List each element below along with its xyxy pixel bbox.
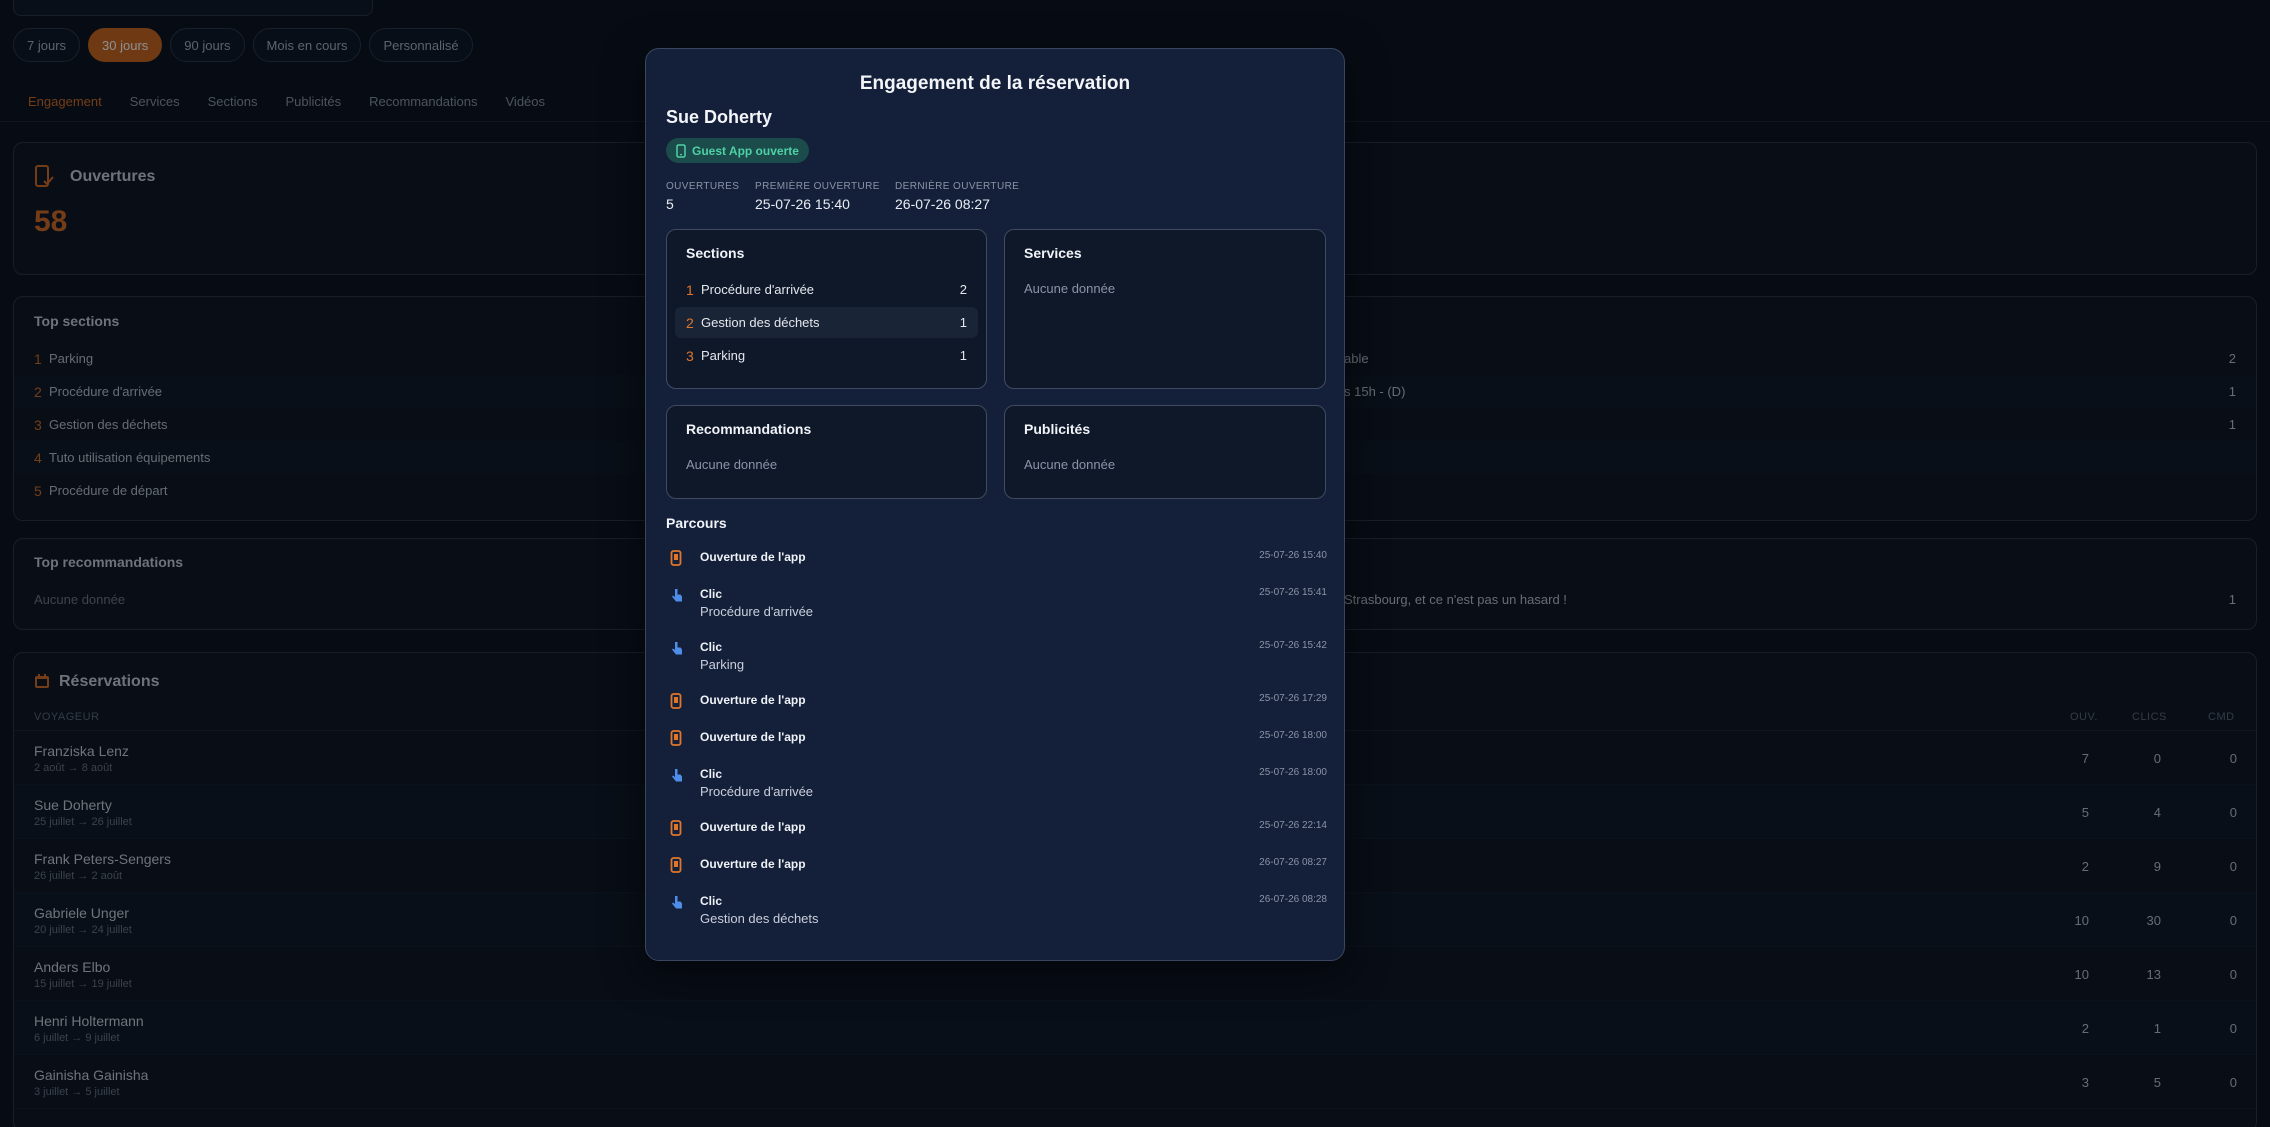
list-item[interactable]: 2 Gestion des déchets 1 [675, 307, 978, 338]
event-time: 26-07-26 08:28 [1259, 894, 1327, 905]
event-title: Ouverture de l'app [700, 693, 806, 707]
recommandations-box: Recommandations Aucune donnée [666, 405, 987, 499]
parcours-title: Parcours [666, 515, 727, 531]
event-title: Ouverture de l'app [700, 730, 806, 744]
sections-box: Sections 1 Procédure d'arrivée 2 2 Gesti… [666, 229, 987, 389]
stat-value: 5 [666, 196, 674, 212]
section-count: 1 [959, 315, 967, 330]
section-label: Parking [701, 348, 746, 363]
reservation-engagement-modal: Engagement de la réservation Sue Doherty… [645, 48, 1345, 961]
badge-label: Guest App ouverte [692, 143, 799, 158]
rank: 1 [686, 281, 694, 298]
phone-icon [676, 143, 686, 158]
phone-icon [670, 730, 684, 748]
sections-title: Sections [686, 245, 745, 261]
section-count: 1 [959, 348, 967, 363]
event-title: Clic [700, 640, 723, 654]
event-title: Ouverture de l'app [700, 550, 806, 564]
stat-label: OUVERTURES [666, 181, 740, 192]
event-target: Procédure d'arrivée [700, 604, 814, 619]
section-label: Procédure d'arrivée [701, 282, 815, 297]
event-time: 26-07-26 08:27 [1259, 857, 1327, 868]
event-time: 25-07-26 15:42 [1259, 640, 1327, 651]
rank: 3 [686, 347, 694, 364]
section-count: 2 [959, 282, 967, 297]
guest-name: Sue Doherty [666, 107, 773, 127]
list-item[interactable]: 3 Parking 1 [675, 340, 978, 371]
phone-icon [670, 820, 684, 838]
publicites-box: Publicités Aucune donnée [1004, 405, 1326, 499]
event-title: Clic [700, 767, 723, 781]
empty-state: Aucune donnée [686, 457, 778, 472]
list-item[interactable]: 1 Procédure d'arrivée 2 [675, 274, 978, 305]
event-time: 25-07-26 22:14 [1259, 820, 1327, 831]
services-title: Services [1024, 245, 1082, 261]
empty-state: Aucune donnée [1024, 281, 1116, 296]
event-title: Clic [700, 894, 723, 908]
phone-icon [670, 693, 684, 711]
pointer-click-icon [670, 894, 684, 912]
event-target: Parking [700, 657, 745, 672]
event-time: 25-07-26 15:40 [1259, 550, 1327, 561]
pointer-click-icon [670, 640, 684, 658]
event-title: Ouverture de l'app [700, 857, 806, 871]
event-target: Gestion des déchets [700, 911, 819, 926]
stat-value: 26-07-26 08:27 [895, 196, 990, 212]
event-time: 25-07-26 18:00 [1259, 767, 1327, 778]
stat-value: 25-07-26 15:40 [755, 196, 850, 212]
event-title: Ouverture de l'app [700, 820, 806, 834]
event-target: Procédure d'arrivée [700, 784, 814, 799]
modal-title: Engagement de la réservation [859, 73, 1131, 94]
stat-first-open: PREMIÈRE OUVERTURE 25-07-26 15:40 [755, 181, 880, 212]
recommandations-title: Recommandations [686, 421, 812, 437]
services-box: Services Aucune donnée [1004, 229, 1326, 389]
event-title: Clic [700, 587, 723, 601]
rank: 2 [686, 314, 694, 331]
pointer-click-icon [670, 767, 684, 785]
empty-state: Aucune donnée [1024, 457, 1116, 472]
stat-ouvertures: OUVERTURES 5 [666, 181, 739, 212]
phone-icon [670, 550, 684, 568]
event-time: 25-07-26 15:41 [1259, 587, 1327, 598]
phone-icon [670, 857, 684, 875]
event-time: 25-07-26 17:29 [1259, 693, 1327, 704]
publicites-title: Publicités [1024, 421, 1091, 437]
section-label: Gestion des déchets [701, 315, 820, 330]
status-badge: Guest App ouverte [666, 138, 809, 163]
stat-label: PREMIÈRE OUVERTURE [755, 181, 880, 192]
event-time: 25-07-26 18:00 [1259, 730, 1327, 741]
stat-label: DERNIÈRE OUVERTURE [895, 181, 1020, 192]
pointer-click-icon [670, 587, 684, 605]
stat-last-open: DERNIÈRE OUVERTURE 26-07-26 08:27 [895, 181, 1019, 212]
